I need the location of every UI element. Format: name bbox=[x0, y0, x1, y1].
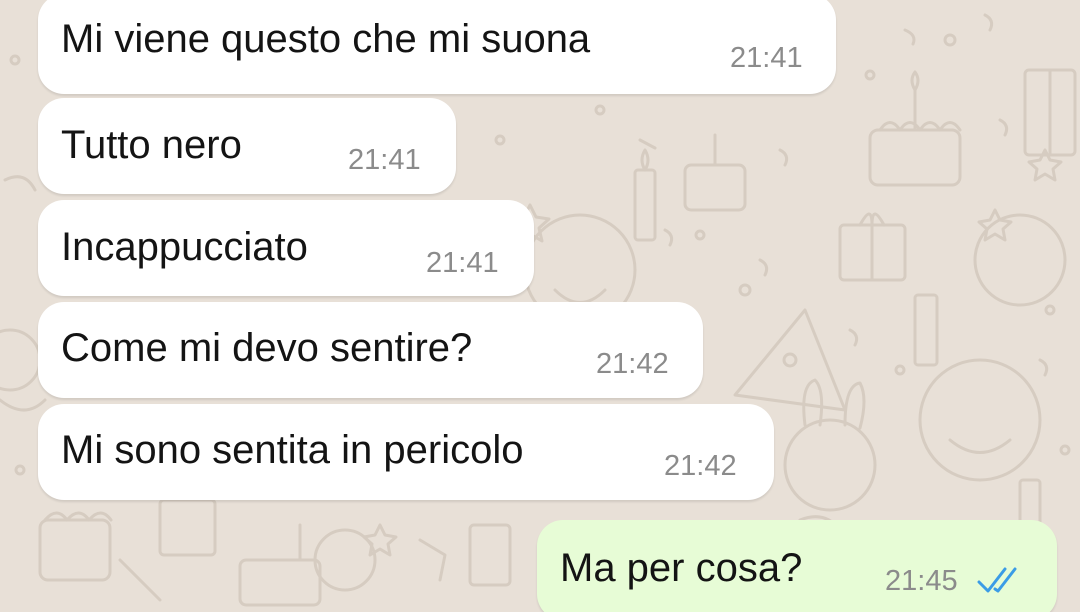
message-timestamp: 21:41 bbox=[730, 42, 803, 74]
message-timestamp: 21:42 bbox=[664, 450, 737, 482]
incoming-message-bubble[interactable]: Come mi devo sentire? 21:42 bbox=[38, 302, 703, 398]
message-timestamp: 21:42 bbox=[596, 348, 669, 380]
incoming-message-bubble[interactable]: Mi viene questo che mi suona 21:41 bbox=[38, 0, 836, 94]
message-timestamp: 21:41 bbox=[426, 247, 499, 279]
message-text: Come mi devo sentire? bbox=[61, 326, 473, 370]
outgoing-message-bubble[interactable]: Ma per cosa? 21:45 bbox=[537, 520, 1057, 612]
incoming-message-bubble[interactable]: Tutto nero 21:41 bbox=[38, 98, 456, 194]
message-timestamp: 21:41 bbox=[348, 144, 421, 176]
incoming-message-bubble[interactable]: Mi sono sentita in pericolo 21:42 bbox=[38, 404, 774, 500]
incoming-message-bubble[interactable]: Incappucciato 21:41 bbox=[38, 200, 534, 296]
double-check-read-icon bbox=[977, 565, 1021, 600]
message-text: Incappucciato bbox=[61, 225, 308, 269]
message-text: Mi sono sentita in pericolo bbox=[61, 428, 524, 472]
chat-background: Mi viene questo che mi suona 21:41 Tutto… bbox=[0, 0, 1080, 612]
message-text: Mi viene questo che mi suona bbox=[61, 17, 591, 61]
message-text: Tutto nero bbox=[61, 123, 242, 167]
message-timestamp: 21:45 bbox=[885, 565, 958, 597]
message-text: Ma per cosa? bbox=[560, 546, 803, 590]
